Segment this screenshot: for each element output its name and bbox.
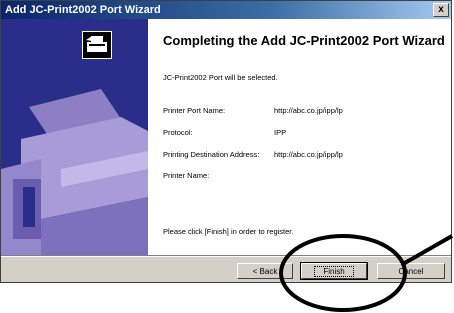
printer-port-name-label: Printer Port Name: — [163, 106, 226, 115]
title-bar: Add JC-Print2002 Port Wizard x — [1, 1, 451, 19]
protocol-value: IPP — [274, 128, 287, 137]
wizard-content: Completing the Add JC-Print2002 Port Wiz… — [82, 19, 451, 255]
window-title: Add JC-Print2002 Port Wizard — [5, 4, 161, 16]
protocol-label: Protocol: — [163, 128, 193, 137]
destination-address-label: Printing Destination Address: — [163, 150, 260, 159]
button-separator — [1, 255, 451, 257]
instruction-text: Please click [Finish] in order to regist… — [163, 227, 294, 236]
finish-label: Finish — [314, 266, 354, 277]
close-button[interactable]: x — [433, 3, 449, 17]
printer-illustration — [1, 19, 148, 255]
wizard-window: Add JC-Print2002 Port Wizard x Completin… — [0, 0, 452, 283]
cancel-button[interactable]: Cancel — [377, 263, 445, 279]
printer-port-name-value: http://abc.co.jp/ipp/lp — [274, 106, 343, 115]
page-heading: Completing the Add JC-Print2002 Port Wiz… — [163, 33, 445, 48]
wizard-side-panel — [1, 19, 148, 255]
selected-port-text: JC-Print2002 Port will be selected. — [163, 73, 278, 82]
destination-address-value: http://abc.co.jp/ipp/lp — [274, 150, 343, 159]
printer-name-label: Printer Name: — [163, 171, 210, 180]
printer-icon — [82, 31, 112, 59]
finish-button[interactable]: Finish — [300, 262, 368, 280]
back-button[interactable]: < Back — [237, 263, 293, 279]
